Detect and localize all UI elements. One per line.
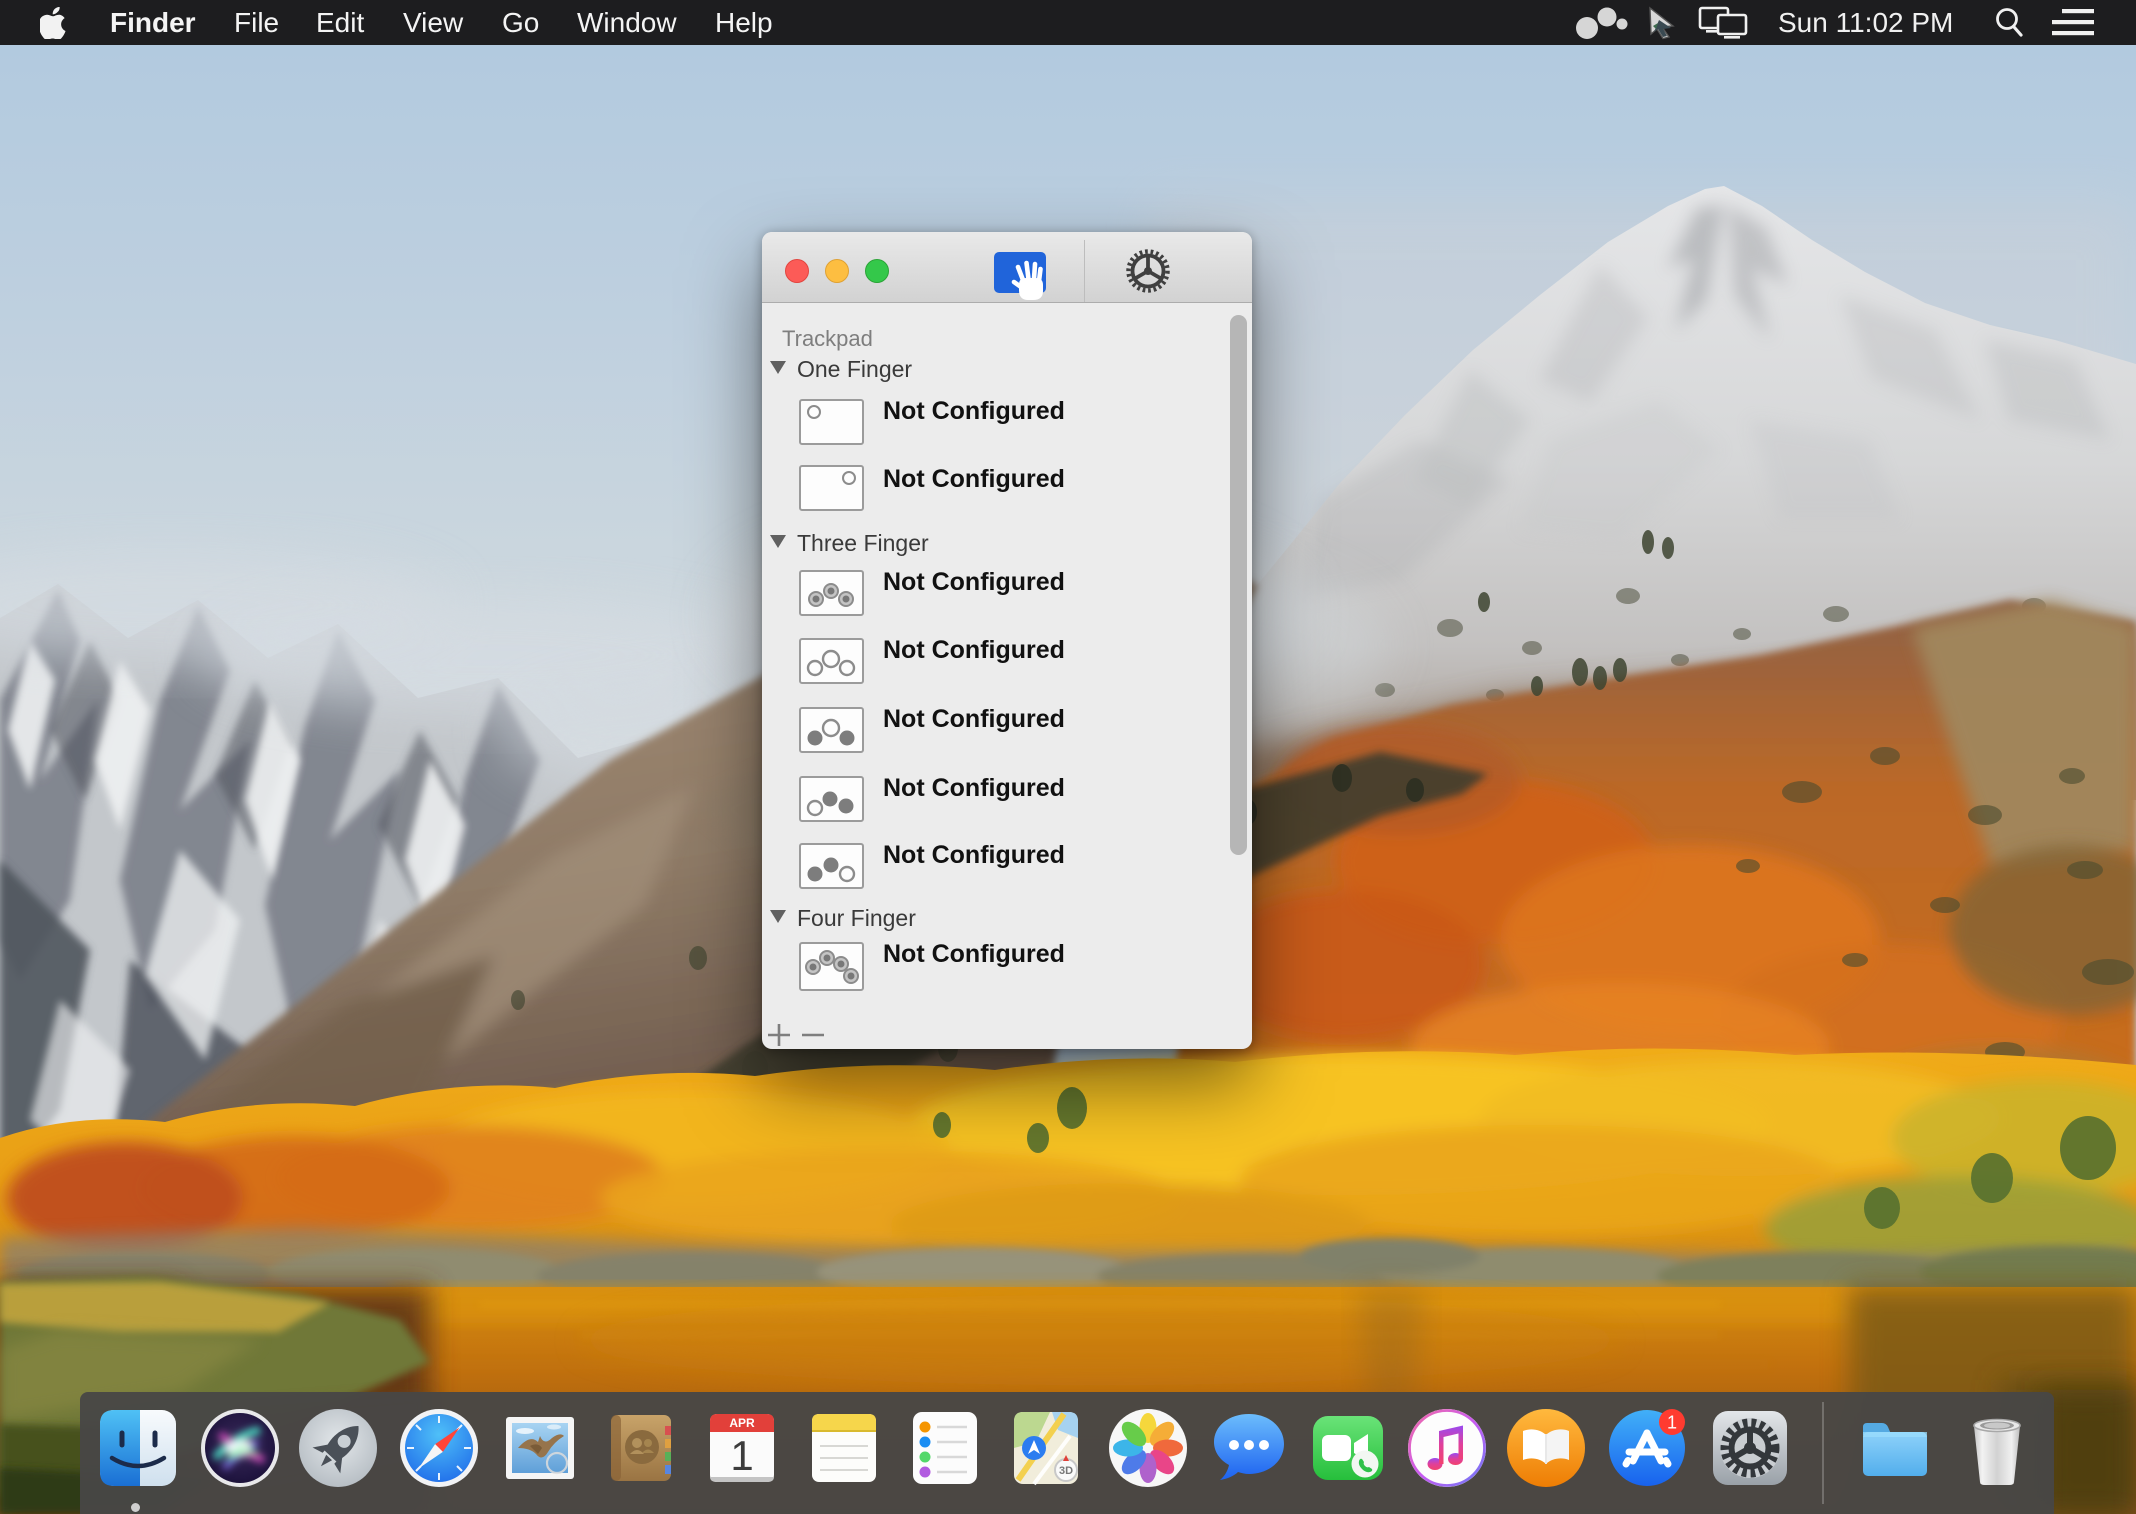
svg-text:APR: APR [729,1416,755,1430]
svg-text:3D: 3D [1059,1465,1073,1477]
svg-text:1: 1 [1667,1413,1677,1433]
svg-text:1: 1 [730,1432,753,1479]
